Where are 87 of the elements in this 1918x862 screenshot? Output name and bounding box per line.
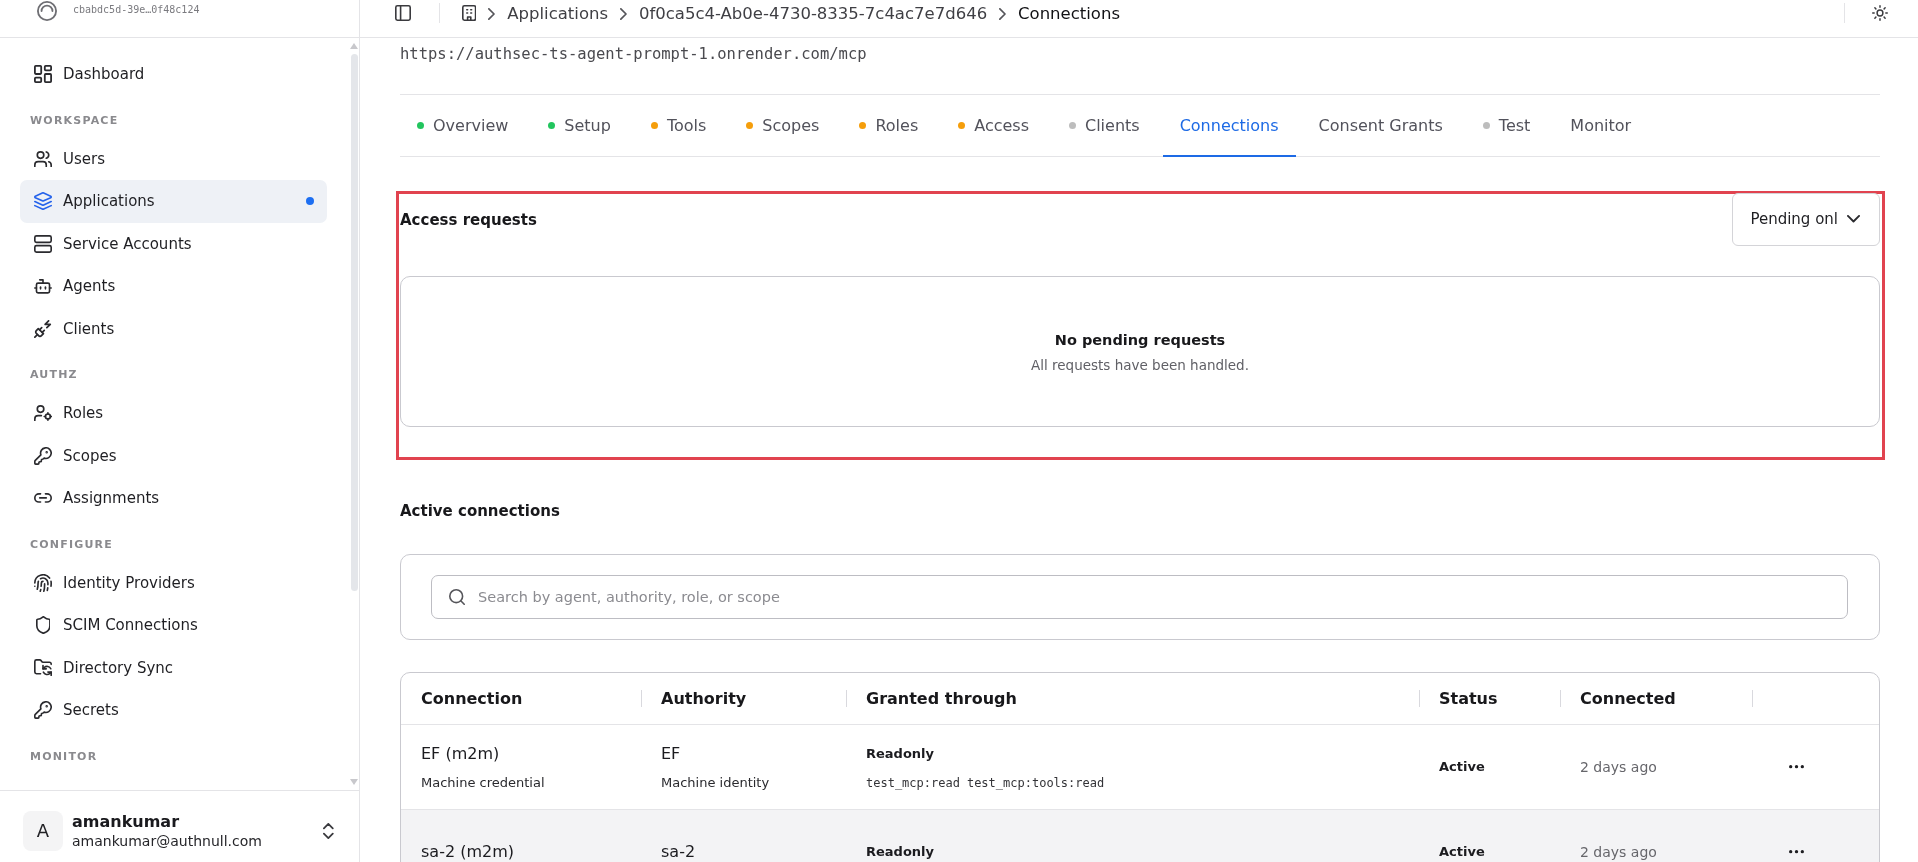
scope-text: test_mcp:tools:read: [966, 774, 1105, 791]
user-gear-icon: [34, 405, 52, 422]
url-text: https://authsec-ts-agent-prompt-1.onrender.com/mcp: [400, 44, 868, 64]
chevrons-up-down-icon[interactable]: [323, 822, 334, 839]
ring-logo-icon: [37, 1, 57, 21]
sidebar-item[interactable]: Users: [20, 137, 327, 180]
tab[interactable]: Test: [1465, 95, 1548, 157]
status-text: Active: [1439, 843, 1486, 861]
sidebar-item[interactable]: Directory Sync: [20, 646, 327, 689]
connection-name: sa-2 (m2m): [421, 842, 515, 862]
breadcrumb-link[interactable]: 0f0ca5c4-Ab0e-4730-8335-7c4ac7e7d646: [638, 3, 988, 24]
sidebar-item[interactable]: Service Accounts: [20, 222, 327, 265]
tab[interactable]: Scopes: [729, 95, 837, 157]
users-icon: [34, 150, 52, 167]
search-icon: [449, 589, 465, 605]
section-label: CONFIGURE: [29, 536, 114, 553]
tab[interactable]: Monitor: [1553, 95, 1649, 157]
chevron-right-icon: [999, 8, 1007, 20]
link-icon: [34, 493, 52, 504]
robot-icon: [34, 278, 52, 294]
building-icon[interactable]: [462, 5, 477, 21]
status-text: Active: [1439, 758, 1486, 776]
search-field[interactable]: Search by agent, authority, role, or scope: [431, 575, 1848, 619]
column-header: Status: [1419, 673, 1560, 724]
column-header: Granted through: [846, 673, 1419, 724]
sun-icon[interactable]: [1872, 5, 1888, 21]
connection-name: EF (m2m): [421, 743, 501, 764]
ellipsis-icon[interactable]: [1789, 765, 1804, 769]
sidebar-item[interactable]: Secrets: [20, 689, 327, 732]
ellipsis-icon[interactable]: [1789, 850, 1804, 854]
connection-type: Machine credential: [421, 774, 546, 791]
section-label: MONITOR: [29, 748, 99, 765]
tab[interactable]: Overview: [400, 95, 526, 157]
section-title: Active connections: [400, 501, 561, 522]
sidebar-item[interactable]: Agents: [20, 265, 327, 308]
tab[interactable]: Setup: [531, 95, 628, 157]
connected-time: 2 days ago: [1580, 843, 1658, 861]
authority-name: sa-2: [661, 842, 697, 862]
scope-text: test_mcp:read: [866, 774, 960, 791]
plug-icon: [34, 319, 52, 338]
breadcrumb-link[interactable]: Applications: [507, 3, 609, 24]
tab[interactable]: Roles: [842, 95, 936, 157]
user-email: amankumar@authnull.com: [72, 831, 263, 850]
tab[interactable]: Clients: [1052, 95, 1157, 157]
empty-state-title: No pending requests: [1054, 330, 1226, 350]
panel-icon[interactable]: [395, 5, 411, 21]
tab[interactable]: Access: [941, 95, 1046, 157]
grid-icon: [34, 65, 52, 84]
folder-sync-icon: [34, 659, 52, 677]
workspace-id: cbabdc5d-39e…0f48c124: [73, 3, 200, 17]
server-icon: [34, 234, 52, 253]
layers-icon: [34, 192, 52, 211]
role-name: Readonly: [866, 744, 936, 763]
avatar: A: [23, 810, 63, 851]
chevron-right-icon: [620, 8, 627, 20]
sidebar-item[interactable]: Applications: [20, 180, 327, 223]
fingerprint-icon: [34, 573, 52, 592]
tab[interactable]: Consent Grants: [1301, 95, 1460, 157]
column-header: Authority: [641, 673, 846, 724]
user-name: amankumar: [72, 811, 181, 832]
breadcrumb-current-page: Connections: [1018, 3, 1120, 24]
section-label: WORKSPACE: [29, 112, 120, 129]
section-label: AUTHZ: [29, 367, 79, 383]
sidebar-item[interactable]: Roles: [20, 392, 327, 435]
filter-dropdown[interactable]: Pending onl: [1732, 192, 1880, 246]
key-icon: [34, 701, 52, 720]
chevron-right-icon: [488, 8, 496, 20]
shield-icon: [35, 616, 51, 635]
chevron-down-icon: [1847, 215, 1860, 223]
key-icon: [34, 446, 52, 465]
column-header: Connected: [1560, 673, 1752, 724]
sidebar-item[interactable]: Identity Providers: [20, 561, 327, 604]
tab[interactable]: Connections: [1162, 95, 1296, 157]
tab[interactable]: Tools: [633, 95, 724, 157]
authority-name: EF: [661, 743, 682, 764]
section-title: Access requests: [400, 210, 537, 230]
sidebar-item[interactable]: Clients: [20, 307, 327, 350]
column-header: Connection: [420, 688, 524, 710]
empty-state-message: All requests have been handled.: [1031, 355, 1249, 374]
sidebar-item[interactable]: SCIM Connections: [20, 604, 327, 647]
sidebar-item[interactable]: Assignments: [20, 477, 327, 520]
role-name: Readonly: [866, 843, 936, 861]
connected-time: 2 days ago: [1580, 758, 1658, 776]
sidebar-item[interactable]: Dashboard: [20, 53, 327, 96]
authority-type: Machine identity: [661, 774, 771, 791]
scrollbar-thumb[interactable]: [350, 54, 358, 591]
sidebar-item[interactable]: Scopes: [20, 434, 327, 477]
